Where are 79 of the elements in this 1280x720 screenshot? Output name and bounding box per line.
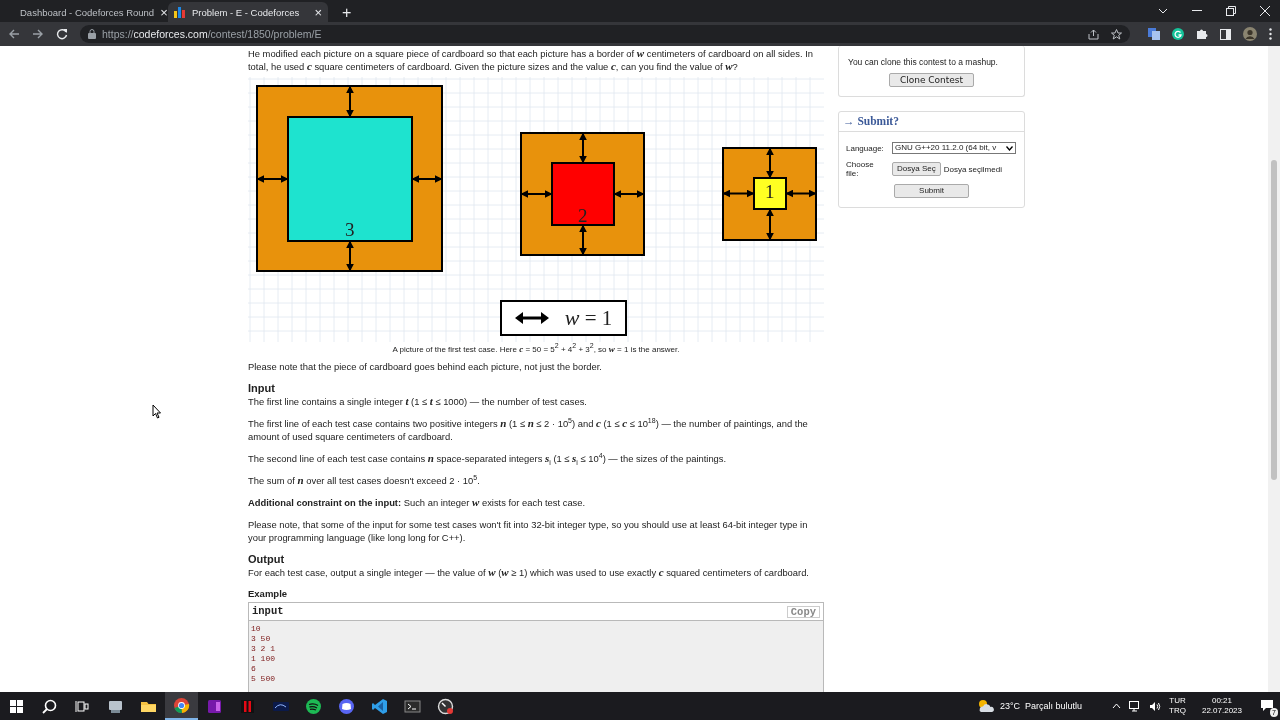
example-input-line: 3 2 1 (251, 644, 276, 654)
notification-icon[interactable] (1260, 698, 1274, 712)
picture-size-label: 1 (765, 182, 775, 201)
problem-paragraph: Additional constraint on the input: Such an integer w exists for each test case. (248, 496, 587, 509)
chevron-down-icon[interactable] (1158, 8, 1168, 14)
minimize-icon[interactable] (1192, 10, 1202, 12)
example-input-line: 1 100 (251, 654, 276, 664)
volume-icon[interactable] (1149, 700, 1162, 712)
problem-paragraph: The first line of each test case contains two positive integers n (1 ≤ n ≤ 2 · 10$^{5}$) and c (1 ≤ c ≤ 10$^{18}$) — the number of paintings, and the amount of used square centimeters of cardboard. (248, 417, 809, 443)
forward-arrow-icon[interactable] (32, 28, 44, 40)
close-icon[interactable] (1260, 6, 1270, 16)
lock-icon (88, 29, 96, 39)
editor-icon (371, 697, 388, 715)
address-bar[interactable]: https://codeforces.com/contest/1850/problem/E (80, 25, 1130, 43)
clone-contest-button[interactable]: Clone Contest (888, 73, 975, 87)
network-icon[interactable] (1129, 700, 1142, 712)
weather-icon[interactable] (976, 699, 995, 713)
language-label: Language: (846, 143, 885, 153)
file-status: Dosya seçilmedi (943, 163, 1002, 176)
clone-text: You can clone this contest to a mashup. (848, 56, 999, 69)
browser-tab[interactable]: Dashboard - Codeforces Round × (8, 2, 168, 22)
terminal-icon (404, 697, 421, 715)
input-heading: input (252, 605, 284, 618)
video-app-icon (239, 697, 256, 715)
new-tab-button[interactable]: + (338, 4, 356, 22)
search-icon (41, 697, 58, 715)
weather-text[interactable]: 23°C Parçalı bulutlu (999, 701, 1083, 711)
taskbar-button[interactable] (165, 692, 198, 720)
chevron-up-icon[interactable] (1112, 703, 1122, 709)
reload-icon[interactable] (56, 28, 68, 40)
problem-paragraph: Please note that the piece of cardboard goes behind each picture, not just the border. (248, 360, 603, 373)
translate-icon[interactable] (1148, 28, 1160, 40)
example-input-line: 6 (251, 664, 257, 674)
music-icon (305, 697, 322, 715)
submit-button[interactable]: Submit (894, 184, 969, 198)
example-heading: Example (248, 588, 289, 600)
picture-size-label: 2 (578, 206, 588, 225)
more-menu-icon[interactable] (1269, 28, 1272, 40)
choose-file-button[interactable]: Dosya Seç (892, 162, 941, 176)
double-arrow-icon (514, 312, 549, 324)
clock[interactable]: 00:21 22.07.2023 (1201, 696, 1242, 716)
notebook-icon (206, 697, 223, 715)
start-icon (8, 697, 25, 715)
example-input-line: 10 (251, 624, 262, 634)
problem-paragraph: For each test case, output a single integer — the value of w (w ≥ 1) which was used to use exactly c squared centimeters of cardboard. (248, 566, 810, 579)
restore-icon[interactable] (1226, 6, 1236, 16)
example-input-line: 3 50 (251, 634, 272, 644)
share-icon[interactable] (1088, 28, 1099, 40)
problem-paragraph: The first line contains a single integer t (1 ≤ t ≤ 1000) — the number of test cases. (248, 395, 588, 408)
puzzle-icon[interactable] (1196, 28, 1208, 40)
example-input-line: 5 500 (251, 674, 276, 684)
legend-text: w = 1 (564, 311, 613, 325)
picture-size-label: 3 (345, 220, 355, 239)
close-tab-button[interactable]: × (314, 4, 322, 20)
section-heading: Input (248, 382, 276, 395)
problem-paragraph: The sum of n over all test cases doesn't exceed 2 · 10$^{5}$. (248, 474, 481, 487)
chat-icon (338, 697, 355, 715)
back-arrow-icon[interactable] (8, 28, 20, 40)
file-label: Choose file: (846, 160, 875, 178)
chevron-down-icon (1006, 145, 1013, 151)
gauge-icon (437, 697, 454, 715)
problem-paragraph: Please note, that some of the input for some test cases won't fit into 32-bit integer type, so you should use at least 64-bit integer type in your programming language (like long long for C++). (248, 518, 809, 544)
browser-tab[interactable]: Problem - E - Codeforces × (168, 2, 328, 22)
side-panel-icon[interactable] (1220, 28, 1231, 40)
problem-paragraph: He modified each picture on a square piece of cardboard so that each picture has a border of w centimeters of cardboard on all sides. In total, he used c square centimeters of cardboard. Given the picture sizes and the value c, can you find the value of w? (248, 47, 814, 73)
browser-icon (173, 696, 190, 714)
input-language-indicator[interactable]: TUR TRQ (1169, 696, 1186, 716)
language-dropdown[interactable]: GNU G++20 11.2.0 (64 bit, v (892, 142, 1016, 154)
g-circle-icon[interactable] (1172, 28, 1184, 40)
copy-button[interactable]: Copy (786, 605, 820, 618)
mouse-pointer-icon (152, 404, 162, 419)
bar-chart-icon (174, 6, 186, 18)
close-tab-button[interactable]: × (160, 4, 168, 20)
section-heading: Output (248, 553, 286, 566)
figure-caption: A picture of the first test case. Here c = 50 = 5$^{2}$ + 4$^{2}$ + 3$^{2}$, so w = 1 is the answer. (391, 345, 681, 355)
avatar-icon[interactable] (1243, 27, 1257, 41)
star-icon[interactable] (1111, 28, 1122, 40)
problem-paragraph: The second line of each test case contains n space-separated integers s$_{i}$ (1 ≤ s$_{i}$ ≤ 10$^{4}$) — the sizes of the paintings. (248, 452, 728, 465)
panel-title: → Submit? (839, 112, 1024, 132)
